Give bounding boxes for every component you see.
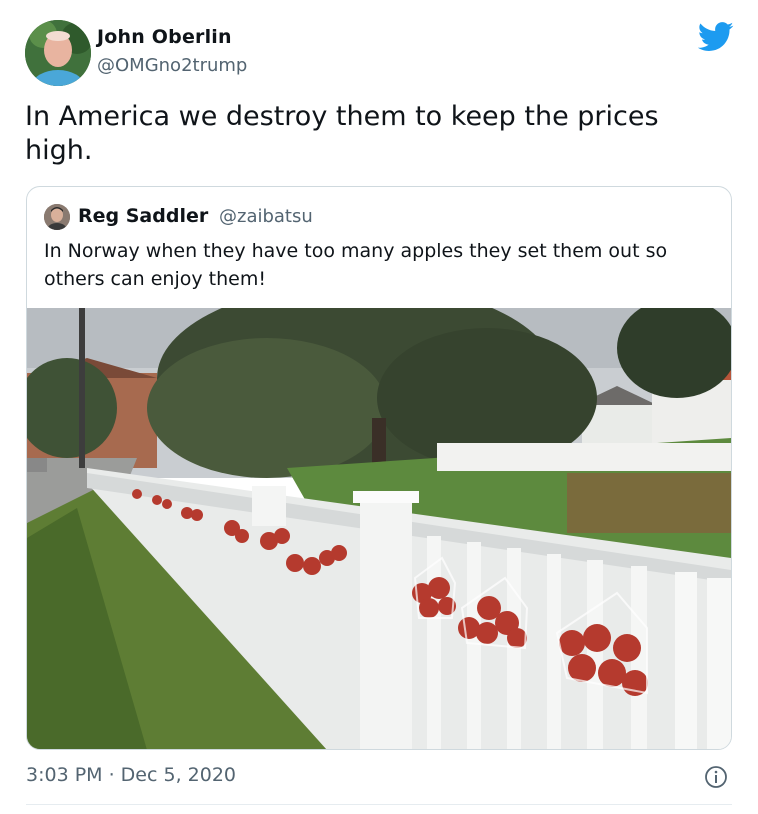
quoted-author-name[interactable]: Reg Saddler [78, 205, 208, 227]
divider [26, 804, 732, 805]
tweet-timestamp[interactable]: 3:03 PM · Dec 5, 2020 [26, 764, 236, 786]
author-avatar[interactable] [25, 20, 91, 86]
photo-fence-apples-icon[interactable] [27, 308, 731, 750]
author-name[interactable]: John Oberlin [97, 26, 232, 48]
author-handle[interactable]: @OMGno2trump [97, 55, 247, 76]
quoted-author-handle[interactable]: @zaibatsu [219, 206, 313, 227]
quoted-tweet-text: In Norway when they have too many apples… [44, 240, 668, 290]
quoted-author-avatar[interactable] [44, 204, 70, 230]
quoted-profile-photo-icon [44, 204, 70, 230]
tweet-text: In America we destroy them to keep the p… [25, 101, 659, 166]
profile-photo-icon [25, 20, 91, 86]
twitter-bird-icon[interactable] [698, 22, 734, 52]
tweet-card: John Oberlin @OMGno2trump In America we … [0, 0, 758, 814]
quoted-tweet[interactable]: Reg Saddler @zaibatsu In Norway when the… [26, 186, 732, 750]
info-icon[interactable] [704, 765, 728, 789]
